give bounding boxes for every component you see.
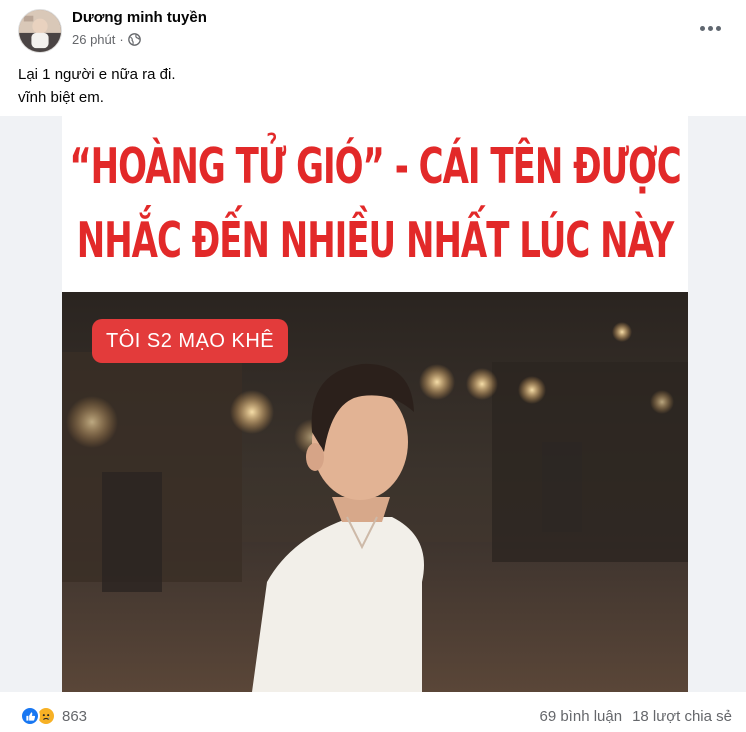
author-avatar[interactable] <box>18 9 62 53</box>
headline-line: NHẮC ĐẾN NHIỀU NHẤT LÚC NÀY <box>76 212 675 270</box>
post-image[interactable]: “HOÀNG TỬ GIÓ” - CÁI TÊN ĐƯỢC NHẮC ĐẾN N… <box>62 116 688 692</box>
post-time[interactable]: 26 phút <box>72 32 115 47</box>
image-headline: “HOÀNG TỬ GIÓ” - CÁI TÊN ĐƯỢC NHẮC ĐẾN N… <box>62 116 688 292</box>
author-name[interactable]: Dương minh tuyền <box>72 9 207 26</box>
facebook-post: Dương minh tuyền 26 phút · Lại 1 người e… <box>0 0 746 732</box>
shares-count-link[interactable]: 18 lượt chia sẻ <box>632 708 732 725</box>
headline-line: “HOÀNG TỬ GIÓ” - CÁI TÊN ĐƯỢC <box>69 138 681 196</box>
like-icon <box>20 706 40 726</box>
ellipsis-dot <box>715 25 721 31</box>
more-options-button[interactable] <box>692 14 728 42</box>
ellipsis-dot <box>707 25 713 31</box>
post-text: Lại 1 người e nữa ra đi. vĩnh biệt em. <box>18 63 176 109</box>
ellipsis-icon <box>699 25 705 31</box>
post-footer: 863 69 bình luận 18 lượt chia sẻ <box>0 692 746 732</box>
post-media[interactable]: “HOÀNG TỬ GIÓ” - CÁI TÊN ĐƯỢC NHẮC ĐẾN N… <box>0 116 746 692</box>
reactions-summary[interactable]: 863 <box>20 706 87 726</box>
comments-count-link[interactable]: 69 bình luận <box>539 708 622 725</box>
post-meta: 26 phút · <box>72 32 141 47</box>
post-text-line: Lại 1 người e nữa ra đi. <box>18 66 176 83</box>
post-header: Dương minh tuyền 26 phút · <box>0 0 746 56</box>
portrait-photo: TÔI S2 MẠO KHÊ <box>62 292 688 692</box>
meta-separator: · <box>119 32 124 47</box>
post-stats: 69 bình luận 18 lượt chia sẻ <box>539 708 732 725</box>
post-text-line: vĩnh biệt em. <box>18 89 104 106</box>
image-tag-label: TÔI S2 MẠO KHÊ <box>92 319 289 363</box>
globe-icon[interactable] <box>127 33 141 46</box>
reaction-count: 863 <box>62 707 88 725</box>
